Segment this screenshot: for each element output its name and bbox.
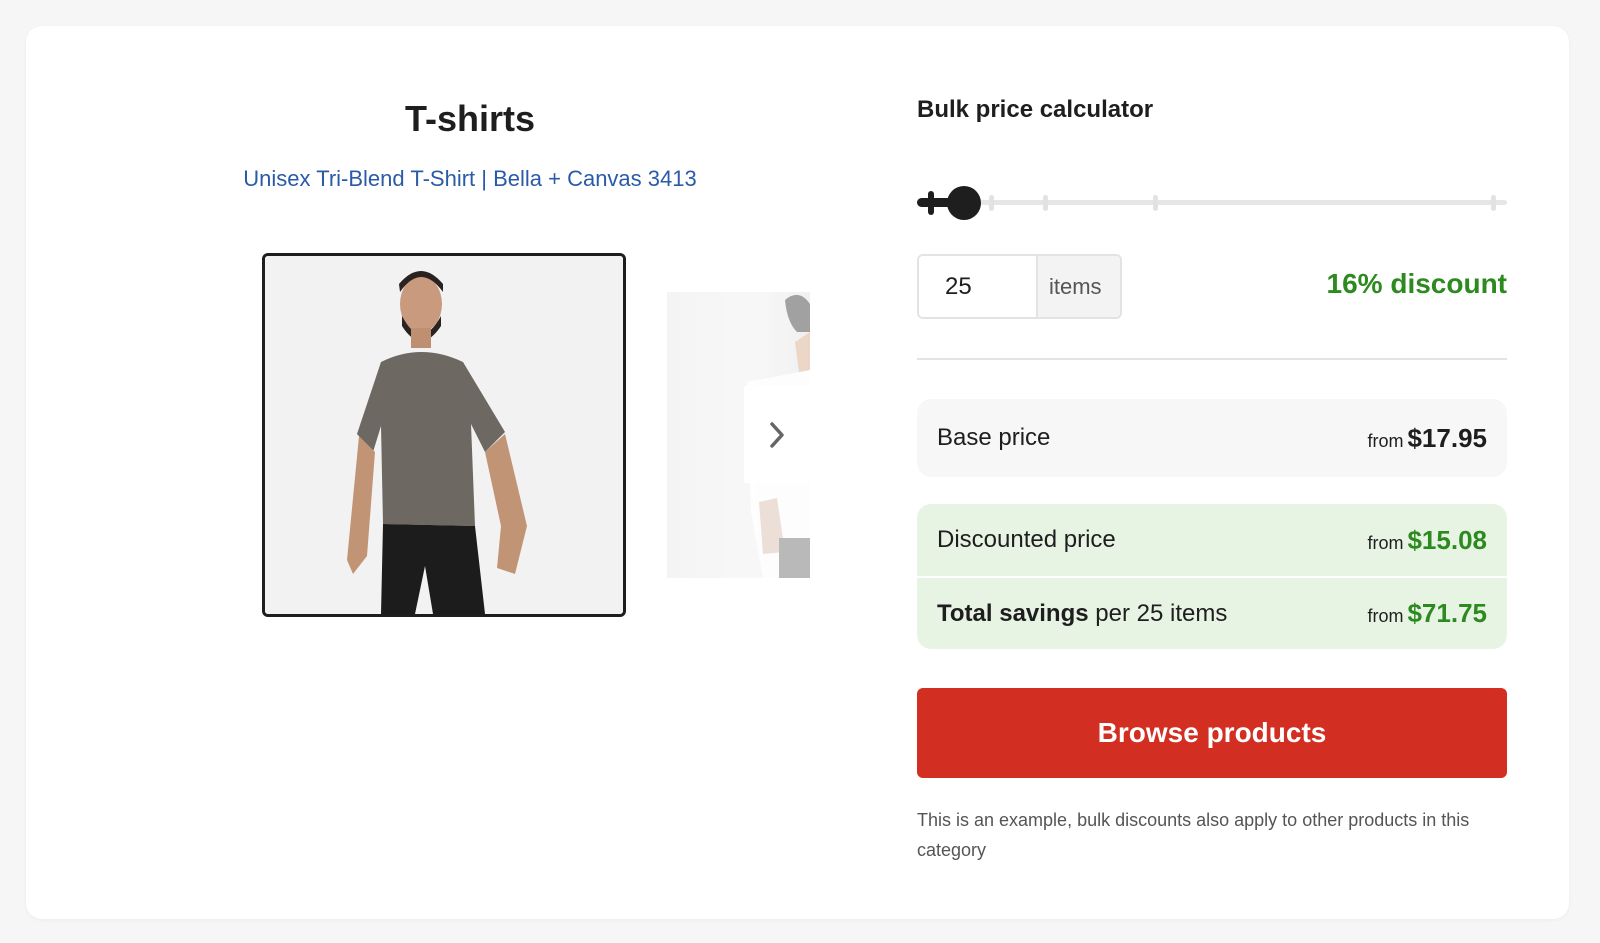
discounted-price-label: Discounted price [937, 526, 1116, 553]
calculator-card: T-shirts Unisex Tri-Blend T-Shirt | Bell… [26, 26, 1569, 919]
product-title: T-shirts [404, 98, 536, 139]
slider-tick [1491, 195, 1496, 211]
total-savings-label-bold: Total savings [937, 599, 1089, 627]
base-price-box: Base price from $17.95 [917, 399, 1507, 477]
disclaimer-note: This is an example, bulk discounts also … [917, 810, 1470, 860]
slider-handle[interactable] [947, 186, 981, 220]
discounted-price-value: from $15.08 [1367, 525, 1487, 556]
total-savings-label-rest: per 25 items [1095, 599, 1228, 627]
total-savings-amount: $71.75 [1407, 598, 1487, 628]
discount-price-box: Discounted price from $15.08 Total saving… [917, 504, 1507, 649]
chevron-right-icon [770, 421, 784, 448]
slider-tick [1153, 195, 1158, 211]
divider [917, 358, 1507, 360]
discounted-price-row: Discounted price from $15.08 [917, 504, 1507, 576]
from-prefix: from [1367, 606, 1404, 626]
total-savings-row: Total savings per 25 items from $71.75 [917, 578, 1507, 649]
from-prefix: from [1367, 532, 1404, 553]
base-price-value: from $17.95 [1367, 423, 1487, 454]
quantity-input[interactable] [919, 256, 1036, 317]
discount-badge: 16% discount [1326, 268, 1507, 299]
discounted-price-amount: $15.08 [1407, 524, 1487, 555]
quantity-unit-label: items [1036, 256, 1120, 317]
base-price-label: Base price [937, 424, 1051, 451]
slider-track [917, 200, 1507, 205]
total-savings-label: Total savings per 25 items [937, 600, 1227, 628]
base-price-amount: $17.95 [1407, 422, 1487, 453]
quantity-slider[interactable] [917, 186, 1507, 220]
product-link[interactable]: Unisex Tri-Blend T-Shirt | Bella + Canva… [26, 166, 914, 192]
slider-tick [1043, 195, 1048, 211]
slider-tick [989, 195, 994, 211]
product-image-main[interactable] [262, 253, 626, 617]
from-prefix: from [1367, 430, 1404, 451]
total-savings-value: from $71.75 [1367, 598, 1487, 629]
base-price-row: Base price from $17.95 [917, 399, 1507, 477]
quantity-field: items [917, 254, 1122, 319]
plus-icon[interactable] [919, 191, 943, 215]
tshirt-model-photo [265, 256, 623, 614]
browse-products-button[interactable]: Browse products [917, 688, 1507, 778]
calculator-title: Bulk price calculator [917, 96, 1154, 123]
carousel-next-button[interactable] [744, 386, 810, 483]
